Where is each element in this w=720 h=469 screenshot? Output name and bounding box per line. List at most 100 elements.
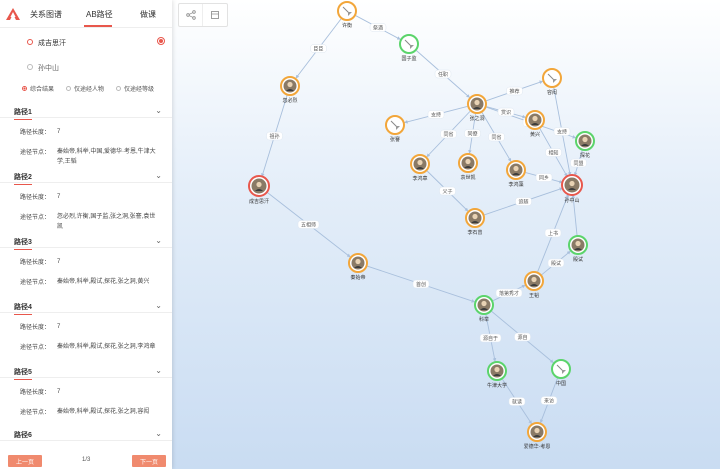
edge-label: 五相师 bbox=[297, 220, 320, 229]
edge-label: 同省 bbox=[488, 132, 505, 142]
node-label: 爱德华·考恩 bbox=[524, 443, 551, 450]
portrait-icon bbox=[530, 425, 544, 439]
node-label: 黄兴 bbox=[530, 131, 540, 138]
node-label: 王韬 bbox=[529, 292, 539, 299]
svg-text:臣臣: 臣臣 bbox=[313, 46, 323, 52]
edge-label: 同省 bbox=[440, 129, 457, 139]
node-label: 李鸿章 bbox=[412, 175, 427, 182]
svg-text:祭酒: 祭酒 bbox=[373, 24, 383, 31]
svg-text:源自: 源自 bbox=[517, 334, 527, 341]
portrait-icon bbox=[578, 134, 592, 148]
portrait-icon bbox=[461, 156, 475, 170]
graph-node-niujin[interactable]: 牛津大学 bbox=[487, 361, 507, 389]
graph-node-hubilie[interactable]: 忽必烈 bbox=[280, 76, 300, 104]
node-label: 许衡 bbox=[342, 22, 352, 29]
edge-label: 赏识 bbox=[497, 107, 515, 117]
relation-graph[interactable]: 祭酒臣臣祖孙五相师首创落第秀才源自源自于就读 来访殿试上书任职推荐赏识支持同省 同省… bbox=[0, 0, 720, 469]
svg-text:追随: 追随 bbox=[518, 198, 528, 205]
edge-label: 源自于 bbox=[479, 333, 502, 343]
node-label: 殿试 bbox=[573, 256, 583, 263]
edge-label: 相知 bbox=[545, 148, 562, 157]
node-label: 李石曾 bbox=[467, 229, 482, 236]
edge-label: 殿试 bbox=[547, 258, 565, 268]
edge-label: 任职 bbox=[434, 69, 452, 79]
portrait-icon bbox=[490, 364, 504, 378]
edge-label: 同乡 bbox=[535, 173, 553, 182]
edge-label: 臣臣 bbox=[310, 44, 327, 53]
svg-text:推荐: 推荐 bbox=[509, 88, 519, 95]
portrait-icon bbox=[468, 211, 482, 225]
node-label: 国子监 bbox=[401, 55, 416, 62]
edge-label: 就读 bbox=[508, 397, 526, 406]
svg-text:来访: 来访 bbox=[544, 397, 554, 404]
graph-node-yuanshikai[interactable]: 袁世凯 bbox=[458, 153, 478, 181]
svg-text:相知: 相知 bbox=[548, 149, 558, 156]
portrait-icon bbox=[283, 79, 297, 93]
graph-node-chengjisihan[interactable]: 成吉思汗 bbox=[248, 175, 270, 205]
svg-text:上书: 上书 bbox=[548, 230, 558, 237]
edge-label: 父子 bbox=[439, 186, 456, 196]
graph-node-guozijian[interactable]: 国子监 bbox=[399, 34, 419, 62]
portrait-icon bbox=[251, 178, 267, 194]
graph-node-keju[interactable]: 科举 bbox=[474, 295, 494, 323]
portrait-icon bbox=[564, 177, 580, 193]
graph-node-sunzhongshan[interactable]: 孙中山 bbox=[561, 174, 583, 204]
svg-text:赏识: 赏识 bbox=[501, 109, 511, 116]
edge-label: 支持 bbox=[427, 110, 445, 119]
edge-label: 同盟 bbox=[570, 158, 587, 168]
graph-node-wangtao[interactable]: 王韬 bbox=[524, 271, 544, 299]
portrait-icon bbox=[413, 157, 427, 171]
edge-label: 来访 bbox=[540, 396, 558, 405]
svg-text:五相师: 五相师 bbox=[301, 221, 316, 228]
node-label: 袁世凯 bbox=[460, 174, 475, 181]
node-label: 张謇 bbox=[390, 136, 400, 143]
edge-label: 推荐 bbox=[506, 86, 523, 96]
portrait-icon bbox=[528, 113, 542, 127]
node-label: 秦始帝 bbox=[350, 274, 365, 281]
svg-text:父子: 父子 bbox=[442, 188, 452, 195]
node-label: 李鸿藻 bbox=[508, 181, 523, 188]
node-label: 忽必烈 bbox=[282, 97, 297, 104]
edge-label: 祭酒 bbox=[369, 23, 387, 32]
node-label: 牛津大学 bbox=[487, 382, 507, 389]
edge-label: 追随 bbox=[515, 197, 532, 206]
graph-node-lishiyu[interactable]: 李石曾 bbox=[465, 208, 485, 236]
graph-node-lihongzao[interactable]: 李鸿藻 bbox=[506, 160, 526, 188]
graph-node-ronghong[interactable]: 容闳 bbox=[542, 68, 562, 96]
graph-node-aidehua[interactable]: 爱德华·考恩 bbox=[524, 422, 551, 450]
edge-label: 祖孙 bbox=[266, 131, 283, 141]
portrait-icon bbox=[509, 163, 523, 177]
portrait-icon bbox=[527, 274, 541, 288]
graph-node-dianshi[interactable]: 殿试 bbox=[568, 235, 588, 263]
svg-text:同省: 同省 bbox=[491, 134, 501, 141]
portrait-icon bbox=[351, 256, 365, 270]
svg-text:同盟: 同盟 bbox=[573, 161, 583, 167]
edge-label: 源自 bbox=[514, 332, 531, 342]
graph-node-zhangzhidong[interactable]: 张之洞 bbox=[467, 94, 487, 122]
svg-text:支持: 支持 bbox=[557, 128, 567, 135]
svg-text:首创: 首创 bbox=[416, 281, 426, 288]
node-label: 探花 bbox=[580, 152, 590, 159]
node-label: 中国 bbox=[556, 380, 566, 387]
graph-node-zhongguo[interactable]: 中国 bbox=[551, 359, 571, 387]
edge-label: 上书 bbox=[544, 228, 562, 238]
svg-text:祖孙: 祖孙 bbox=[269, 133, 279, 140]
graph-node-huangxing[interactable]: 黄兴 bbox=[525, 110, 545, 138]
svg-text:源自于: 源自于 bbox=[483, 335, 498, 342]
graph-node-xuheng[interactable]: 许衡 bbox=[337, 1, 357, 29]
svg-text:同僚: 同僚 bbox=[467, 130, 477, 137]
graph-node-tanhua[interactable]: 探花 bbox=[575, 131, 595, 159]
svg-text:同省: 同省 bbox=[443, 131, 453, 138]
node-label: 容闳 bbox=[547, 89, 557, 96]
graph-node-zhangjian[interactable]: 张謇 bbox=[385, 115, 405, 143]
svg-text:任职: 任职 bbox=[438, 71, 448, 78]
edge-label: 同僚 bbox=[464, 129, 481, 138]
edge-label: 落第秀才 bbox=[495, 288, 523, 298]
graph-node-qinshidi[interactable]: 秦始帝 bbox=[348, 253, 368, 281]
node-label: 成吉思汗 bbox=[249, 198, 269, 205]
node-label: 科举 bbox=[479, 316, 489, 323]
portrait-icon bbox=[477, 298, 491, 312]
graph-node-lihongzhang[interactable]: 李鸿章 bbox=[410, 154, 430, 182]
portrait-icon bbox=[571, 238, 585, 252]
svg-text:落第秀才: 落第秀才 bbox=[499, 290, 519, 297]
